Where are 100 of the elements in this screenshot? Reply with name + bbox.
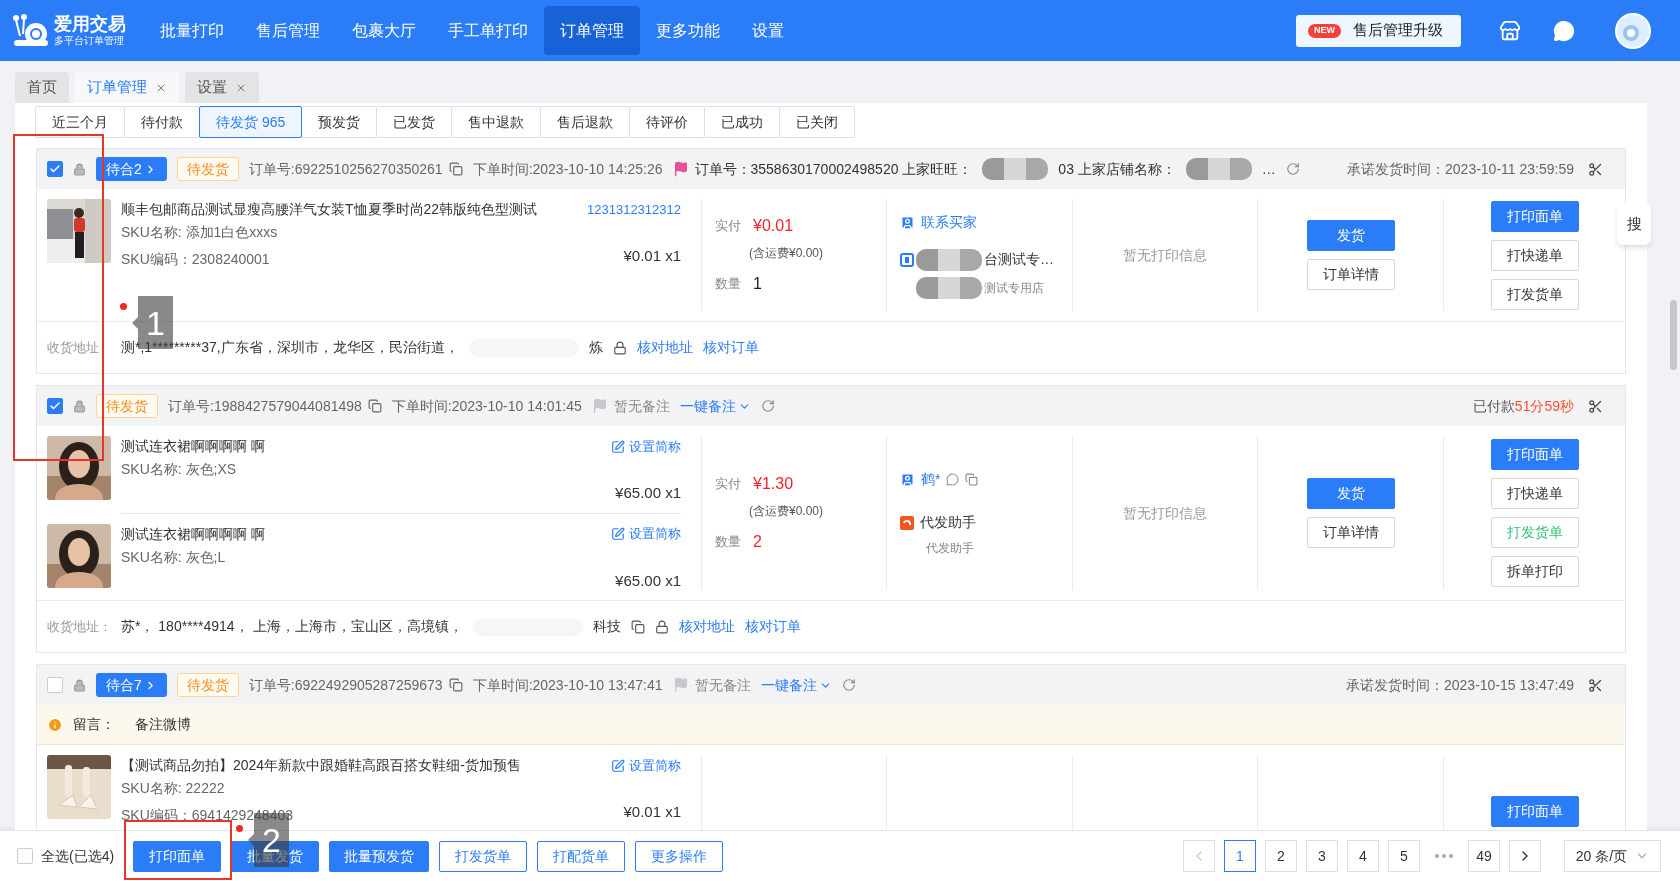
status-tab[interactable]: 售中退款 — [451, 106, 542, 138]
merge-tag-button[interactable]: 待合7 — [96, 673, 167, 697]
action-button[interactable]: 订单详情 — [1306, 259, 1395, 290]
scissors-icon[interactable] — [1588, 398, 1603, 414]
set-alias-link[interactable]: 设置简称 — [611, 436, 681, 457]
action-button[interactable]: 打快递单 — [1490, 239, 1579, 271]
action-button[interactable]: 打发货单 — [1490, 278, 1579, 310]
checkbox[interactable] — [47, 677, 63, 693]
refresh-icon[interactable] — [1285, 162, 1300, 176]
status-tab[interactable]: 售后退款 — [540, 106, 631, 138]
page-button[interactable]: 1 — [1224, 840, 1256, 872]
contact-link[interactable]: 鹤* — [921, 469, 941, 490]
info-icon — [47, 716, 63, 733]
address-link[interactable]: 核对订单 — [744, 616, 801, 637]
scissors-icon[interactable] — [1588, 161, 1603, 177]
action-button[interactable]: 打快递单 — [1490, 478, 1579, 509]
action-button[interactable]: 打印面单 — [1490, 439, 1579, 470]
action-button[interactable]: 打印面单 — [1490, 795, 1579, 827]
nav-item[interactable]: 订单管理 — [544, 6, 640, 55]
agent-subtitle: 代发助手 — [925, 540, 975, 557]
action-button[interactable]: 订单详情 — [1306, 517, 1395, 548]
edit-icon — [611, 527, 625, 541]
status-tab[interactable]: 待发货 965 — [199, 106, 303, 138]
set-alias-link[interactable]: 设置简称 — [611, 524, 681, 544]
set-alias-link[interactable]: 设置简称 — [611, 755, 681, 776]
sku-name: SKU名称: 灰色;L — [121, 547, 227, 567]
nav-item[interactable]: 设置 — [736, 6, 800, 55]
page-size-select[interactable]: 20 条/页 — [1564, 840, 1661, 872]
paid-amount: ¥1.30 — [753, 474, 794, 494]
copy-icon[interactable] — [448, 678, 463, 692]
contact-link[interactable]: 联系买家 — [921, 211, 977, 233]
remark-dropdown[interactable]: 一键备注 — [760, 674, 832, 696]
flag-note: 暂无备注 — [694, 675, 751, 695]
bulk-action-button[interactable]: 更多操作 — [635, 840, 723, 872]
status-tab[interactable]: 待付款 — [124, 106, 200, 138]
address-link[interactable]: 核对订单 — [702, 337, 759, 358]
status-tab[interactable]: 已成功 — [704, 106, 781, 138]
copy-icon[interactable] — [367, 399, 382, 413]
bulk-action-button[interactable]: 打发货单 — [439, 840, 527, 872]
checkbox[interactable] — [47, 161, 63, 177]
upgrade-banner[interactable]: NEW 售后管理升级 — [1296, 14, 1461, 47]
nav-item[interactable]: 包裹大厅 — [336, 6, 432, 55]
refresh-icon[interactable] — [841, 678, 856, 692]
header-text: … — [1261, 159, 1276, 179]
shop-name: 台测试专… — [984, 250, 1054, 269]
checkbox[interactable] — [17, 848, 33, 864]
select-all-label: 全选(已选4) — [41, 846, 115, 866]
status-tab[interactable]: 待评价 — [629, 106, 706, 138]
action-button[interactable]: 发货 — [1306, 478, 1395, 509]
lock-icon[interactable] — [612, 340, 627, 355]
copy-icon[interactable] — [965, 473, 979, 486]
page-button[interactable]: 3 — [1306, 840, 1338, 872]
status-tab[interactable]: 已发货 — [376, 106, 453, 138]
remark-dropdown[interactable]: 一键备注 — [679, 395, 751, 417]
blurred-redaction — [1185, 158, 1252, 180]
product-link[interactable]: 1231312312312 — [587, 199, 681, 220]
new-badge: NEW — [1308, 23, 1341, 38]
page-button[interactable]: 5 — [1388, 840, 1420, 872]
nav-item[interactable]: 批量打印 — [144, 6, 240, 55]
nav-item[interactable]: 售后管理 — [240, 6, 336, 55]
status-tab[interactable]: 已关闭 — [779, 106, 856, 138]
page-tab[interactable]: 设置 — [185, 72, 259, 103]
action-button[interactable]: 打发货单 — [1490, 517, 1579, 548]
bulk-action-button[interactable]: 打印面单 — [133, 840, 221, 872]
address-link[interactable]: 核对地址 — [678, 616, 735, 637]
page-tab[interactable]: 订单管理 — [75, 72, 179, 103]
scrollbar-thumb[interactable] — [1670, 300, 1677, 370]
logo-title: 爱用交易 — [54, 15, 126, 33]
order-number: 订单号:6922510256270350261 — [248, 159, 443, 179]
merge-tag-button[interactable]: 待合2 — [96, 157, 167, 181]
nav-item[interactable]: 手工单打印 — [432, 6, 544, 55]
page-button[interactable]: 2 — [1265, 840, 1297, 872]
lock-icon[interactable] — [654, 619, 669, 634]
nav-item[interactable]: 更多功能 — [640, 6, 736, 55]
address-link[interactable]: 核对地址 — [636, 337, 693, 358]
next-page-button[interactable] — [1509, 840, 1541, 872]
copy-icon[interactable] — [448, 162, 463, 176]
page-tab[interactable]: 首页 — [15, 72, 69, 103]
action-button[interactable]: 发货 — [1306, 220, 1395, 251]
status-tab[interactable]: 近三个月 — [35, 106, 125, 138]
address-tail: 炼 — [588, 338, 603, 357]
chat-icon[interactable] — [946, 473, 960, 486]
scissors-icon[interactable] — [1588, 677, 1603, 693]
product-price: ¥0.01 x1 — [623, 802, 681, 822]
page-button[interactable]: 49 — [1468, 840, 1500, 872]
page-button[interactable]: 4 — [1347, 840, 1379, 872]
checkbox[interactable] — [47, 398, 63, 414]
refresh-icon[interactable] — [760, 399, 775, 413]
action-button[interactable]: 打印面单 — [1490, 200, 1579, 232]
bulk-action-button[interactable]: 批量预发货 — [329, 840, 429, 872]
search-side-button[interactable]: 搜 — [1617, 204, 1651, 245]
bulk-action-button[interactable]: 打配货单 — [537, 840, 625, 872]
flag-icon[interactable] — [672, 161, 689, 177]
action-button[interactable]: 拆单打印 — [1490, 556, 1579, 587]
flag-note: 订单号：3558630170002498520 上家旺旺： — [694, 159, 973, 179]
status-tab[interactable]: 预发货 — [301, 106, 378, 138]
copy-icon[interactable] — [630, 619, 645, 634]
store-icon[interactable] — [1499, 19, 1521, 42]
print-info-text: 暂无打印信息 — [1123, 245, 1207, 265]
payment-countdown: 已付款51分59秒 — [1472, 396, 1574, 416]
